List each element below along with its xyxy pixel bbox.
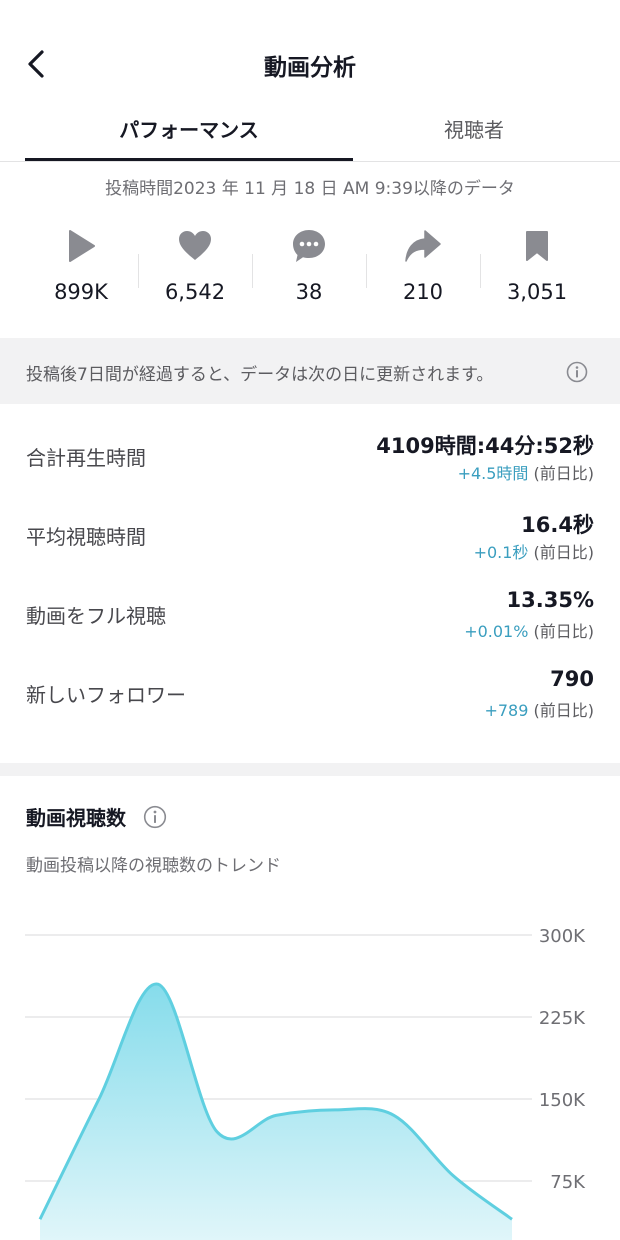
metric-value: 4109時間:44分:52秒 xyxy=(376,434,594,458)
stat-value: 38 xyxy=(295,280,323,304)
delta-suffix: (前日比) xyxy=(528,622,595,641)
chart-subtitle: 動画投稿以降の視聴数のトレンド xyxy=(26,856,281,876)
stat-shares: 210 xyxy=(366,224,480,304)
metric-label: 合計再生時間 xyxy=(26,446,146,470)
stat-value: 6,542 xyxy=(164,280,226,304)
play-icon xyxy=(69,230,95,262)
info-icon[interactable] xyxy=(143,805,167,829)
page-title: 動画分析 xyxy=(264,55,356,81)
metric-delta: +789 (前日比) xyxy=(484,697,594,721)
area-fill xyxy=(40,984,512,1240)
active-tab-indicator xyxy=(25,158,353,161)
metric-value: 13.35% xyxy=(506,588,594,612)
comment-icon xyxy=(293,230,325,262)
share-icon xyxy=(405,230,441,262)
stat-likes: 6,542 xyxy=(138,224,252,304)
tab-bar: パフォーマンス 視聴者 xyxy=(0,100,620,162)
delta-value: +0.1秒 xyxy=(473,543,529,562)
metric-label: 平均視聴時間 xyxy=(26,525,146,549)
section-divider xyxy=(0,763,620,776)
stat-value: 210 xyxy=(402,280,444,304)
metric-new-followers: 新しいフォロワー 790 +789 (前日比) xyxy=(0,657,620,727)
y-tick-label: 150K xyxy=(539,1090,586,1111)
metric-delta: +4.5時間 (前日比) xyxy=(458,460,594,484)
bookmark-icon xyxy=(526,231,548,261)
metric-full-watch-rate: 動画をフル視聴 13.35% +0.01% (前日比) xyxy=(0,578,620,648)
metric-total-play-time: 合計再生時間 4109時間:44分:52秒 +4.5時間 (前日比) xyxy=(0,420,620,490)
y-tick-label: 75K xyxy=(550,1172,586,1193)
views-trend-chart: 300K 225K 150K 75K xyxy=(25,926,586,1240)
heart-icon xyxy=(179,231,211,260)
metric-value: 790 xyxy=(550,667,594,691)
delta-value: +0.01% xyxy=(464,622,529,641)
stat-views: 899K xyxy=(24,224,138,304)
delta-value: +789 xyxy=(484,701,529,720)
tab-audience[interactable]: 視聴者 xyxy=(353,100,595,162)
metric-delta: +0.01% (前日比) xyxy=(464,618,594,642)
notice-text: 投稿後7日間が経過すると、データは次の日に更新されます。 xyxy=(26,365,494,385)
stat-value: 3,051 xyxy=(506,280,568,304)
stat-comments: 38 xyxy=(252,224,366,304)
y-tick-label: 300K xyxy=(539,926,586,947)
stats-row: 899K 6,542 38 210 3,051 xyxy=(0,224,620,324)
metric-label: 新しいフォロワー xyxy=(26,683,186,707)
delta-value: +4.5時間 xyxy=(457,464,529,483)
info-icon[interactable] xyxy=(566,361,588,383)
delta-suffix: (前日比) xyxy=(528,464,595,483)
delta-suffix: (前日比) xyxy=(528,701,595,720)
metric-delta: +0.1秒 (前日比) xyxy=(474,539,594,563)
delta-suffix: (前日比) xyxy=(528,543,595,562)
chart-title: 動画視聴数 xyxy=(26,806,126,830)
y-tick-label: 225K xyxy=(539,1008,586,1029)
metric-value: 16.4秒 xyxy=(521,513,594,537)
stat-saves: 3,051 xyxy=(480,224,594,304)
data-since-text: 投稿時間2023 年 11 月 18 日 AM 9:39以降のデータ xyxy=(105,179,515,199)
update-notice: 投稿後7日間が経過すると、データは次の日に更新されます。 xyxy=(0,338,620,404)
header: 動画分析 xyxy=(0,0,620,100)
stat-value: 899K xyxy=(54,280,108,304)
tab-performance[interactable]: パフォーマンス xyxy=(25,100,353,162)
metric-average-watch-time: 平均視聴時間 16.4秒 +0.1秒 (前日比) xyxy=(0,499,620,569)
metric-label: 動画をフル視聴 xyxy=(26,604,166,628)
